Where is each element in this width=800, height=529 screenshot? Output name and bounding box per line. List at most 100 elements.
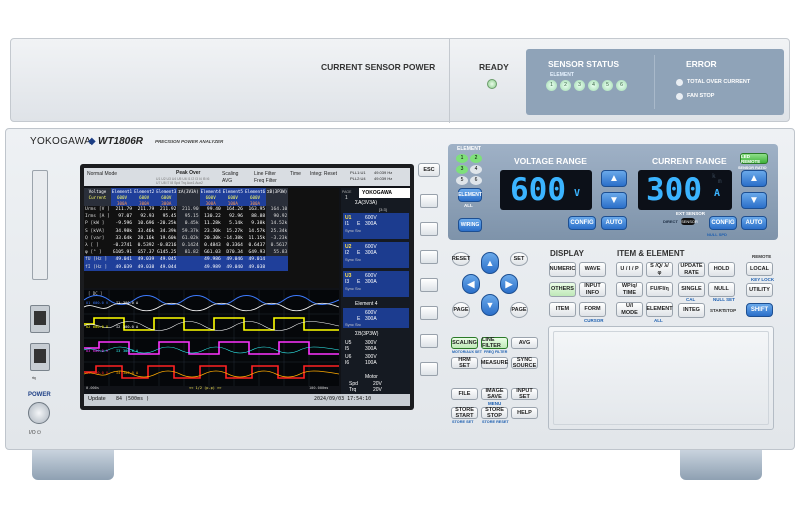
current-auto-button[interactable]: AUTO xyxy=(741,216,767,230)
wp-time-button[interactable]: WP/q/ TIME xyxy=(616,282,643,297)
down-arrow-button[interactable]: ▼ xyxy=(481,294,499,316)
table-cell: -9.596 xyxy=(115,221,133,227)
usb-port[interactable] xyxy=(30,343,50,371)
update-rate-button[interactable]: UPDATE RATE xyxy=(678,262,705,277)
table-cell: -0.2741 xyxy=(112,243,133,249)
screen-bottom-bar: Update 84 (500ms ) 2024/09/03 17:54:10 xyxy=(84,394,410,406)
channel-card-3: U3 600V I3 E 300A Sync Src xyxy=(343,271,409,297)
left-arrow-button[interactable]: ◀ xyxy=(462,274,480,294)
u-i-mode-button[interactable]: U/I MODE xyxy=(616,302,643,317)
harm-set-button[interactable]: HRM SET xyxy=(451,357,478,369)
up-arrow-button[interactable]: ▲ xyxy=(481,252,499,274)
soft-key-4[interactable] xyxy=(420,278,438,292)
table-cell xyxy=(177,256,200,264)
set-button[interactable]: SET xyxy=(510,252,528,266)
u-i-p-button[interactable]: U / I / P xyxy=(616,262,643,277)
soft-key-3[interactable] xyxy=(420,250,438,264)
wave-channel-label: I4 xyxy=(116,371,121,375)
input-set-button[interactable]: INPUT SET xyxy=(511,388,538,400)
row-label: Urms [V ] xyxy=(85,207,110,213)
utility-button[interactable]: UTILITY xyxy=(746,283,773,297)
soft-key-5[interactable] xyxy=(420,306,438,320)
page-up-button[interactable]: PAGE xyxy=(452,302,470,318)
store-start-button[interactable]: STORE START xyxy=(451,407,478,419)
sensor-ratio-label: SENSOR RATIO xyxy=(738,166,767,170)
others-button[interactable]: OTHERS xyxy=(549,282,576,297)
motor-label: Motor xyxy=(365,374,378,380)
voltage-up-button[interactable]: ▲ xyxy=(601,170,627,187)
channel-card-4: 600V E 300A Sync Src xyxy=(343,308,409,328)
table-row: fU [Hz ] 49.041 49.039 49.045 49.986 49.046 49… xyxy=(84,256,289,264)
item-button[interactable]: ITEM xyxy=(549,302,576,317)
scaling-button[interactable]: SCALING xyxy=(451,337,478,349)
table-cell: 211.79 xyxy=(137,207,155,213)
table-cell: 49.989 xyxy=(204,264,221,270)
element-button[interactable]: ELEMENT xyxy=(458,188,482,202)
divider xyxy=(449,39,450,123)
wave-scale-label: [ DC ] xyxy=(88,291,103,296)
led-remote-button[interactable]: LED REMOTE xyxy=(740,153,768,164)
model-name: WT1806R xyxy=(98,136,144,147)
soft-key-1[interactable] xyxy=(420,194,438,208)
element-leds: 1 2 3 4 5 6 xyxy=(456,154,482,185)
sync-source-button[interactable]: SYNC SOURCE xyxy=(511,357,538,369)
image-save-button[interactable]: IMAGE SAVE xyxy=(481,388,508,400)
store-stop-button[interactable]: STORE STOP xyxy=(481,407,508,419)
fu-fi-button[interactable]: FU/FI/η xyxy=(646,282,673,297)
ready-label: READY xyxy=(479,62,509,72)
null-spd-label: NULL SPD xyxy=(707,232,727,237)
wave-button[interactable]: WAVE xyxy=(579,262,606,277)
current-config-button[interactable]: CONFIG xyxy=(709,216,737,230)
input-info-button[interactable]: INPUT INFO xyxy=(579,282,606,297)
numeric-button[interactable]: NUMERIC xyxy=(549,262,576,277)
wave-channel-label: U2 xyxy=(86,325,91,329)
soft-key-2[interactable] xyxy=(420,222,438,236)
row-label: S [kVA] xyxy=(85,228,105,234)
single-button[interactable]: SINGLE xyxy=(678,282,705,297)
wave-channel-label: U3 xyxy=(86,349,91,353)
sigma-a-sub: [3:3] xyxy=(379,207,387,212)
shift-button[interactable]: SHIFT xyxy=(746,303,773,317)
voltage-config-button[interactable]: CONFIG xyxy=(568,216,596,230)
current-down-button[interactable]: ▼ xyxy=(741,192,767,209)
voltage-down-button[interactable]: ▼ xyxy=(601,192,627,209)
usb-port[interactable] xyxy=(30,305,50,333)
s-q-l-button[interactable]: S /Q/ λ/ φ xyxy=(646,262,673,277)
table-header-cell: Element6 xyxy=(243,188,267,194)
table-cell: 99.40 xyxy=(206,207,221,213)
soft-key-7[interactable] xyxy=(420,362,438,376)
trq-label: Trq xyxy=(349,387,357,393)
null-button[interactable]: NULL xyxy=(708,282,735,297)
remote-label: REMOTE xyxy=(752,254,772,259)
local-button[interactable]: LOCAL xyxy=(746,262,773,276)
form-button[interactable]: FORM xyxy=(579,302,606,317)
model-subtitle: PRECISION POWER ANALYZER xyxy=(155,139,224,144)
element-select-button[interactable]: ELEMENT xyxy=(646,302,673,317)
voltage-auto-button[interactable]: AUTO xyxy=(601,216,627,230)
power-button[interactable] xyxy=(28,402,50,424)
esc-button[interactable]: ESC xyxy=(418,163,440,177)
table-cell: 34.98k xyxy=(115,228,133,234)
wiring-button[interactable]: WIRING xyxy=(458,218,482,232)
integ-button[interactable]: INTEG xyxy=(678,303,705,318)
table-header-cell: Element4 xyxy=(199,188,222,194)
measure-button[interactable]: MEASURE xyxy=(481,357,508,369)
avg-button[interactable]: AVG xyxy=(511,337,538,349)
null-set-label: NULL SET xyxy=(713,297,735,302)
table-header-cell: ΣA(3V3A) xyxy=(177,188,200,194)
element-led: 4 xyxy=(470,165,482,174)
line-filter-button[interactable]: LINE FILTER xyxy=(481,337,508,349)
page-down-button[interactable]: PAGE xyxy=(510,302,528,318)
help-button[interactable]: HELP xyxy=(511,407,538,419)
soft-key-6[interactable] xyxy=(420,334,438,348)
table-cell: 88.88 xyxy=(251,214,266,220)
element-select-label: ELEMENT xyxy=(457,146,481,152)
file-button[interactable]: FILE xyxy=(451,388,478,400)
hold-button[interactable]: HOLD xyxy=(708,262,735,277)
element-led: 2 xyxy=(560,80,571,91)
reset-button[interactable]: RESET xyxy=(452,252,470,266)
freq-filter-label: FREQ FILTER xyxy=(484,350,508,354)
right-arrow-button[interactable]: ▶ xyxy=(500,274,518,294)
current-up-button[interactable]: ▲ xyxy=(741,170,767,187)
front-foot-left xyxy=(32,450,114,480)
